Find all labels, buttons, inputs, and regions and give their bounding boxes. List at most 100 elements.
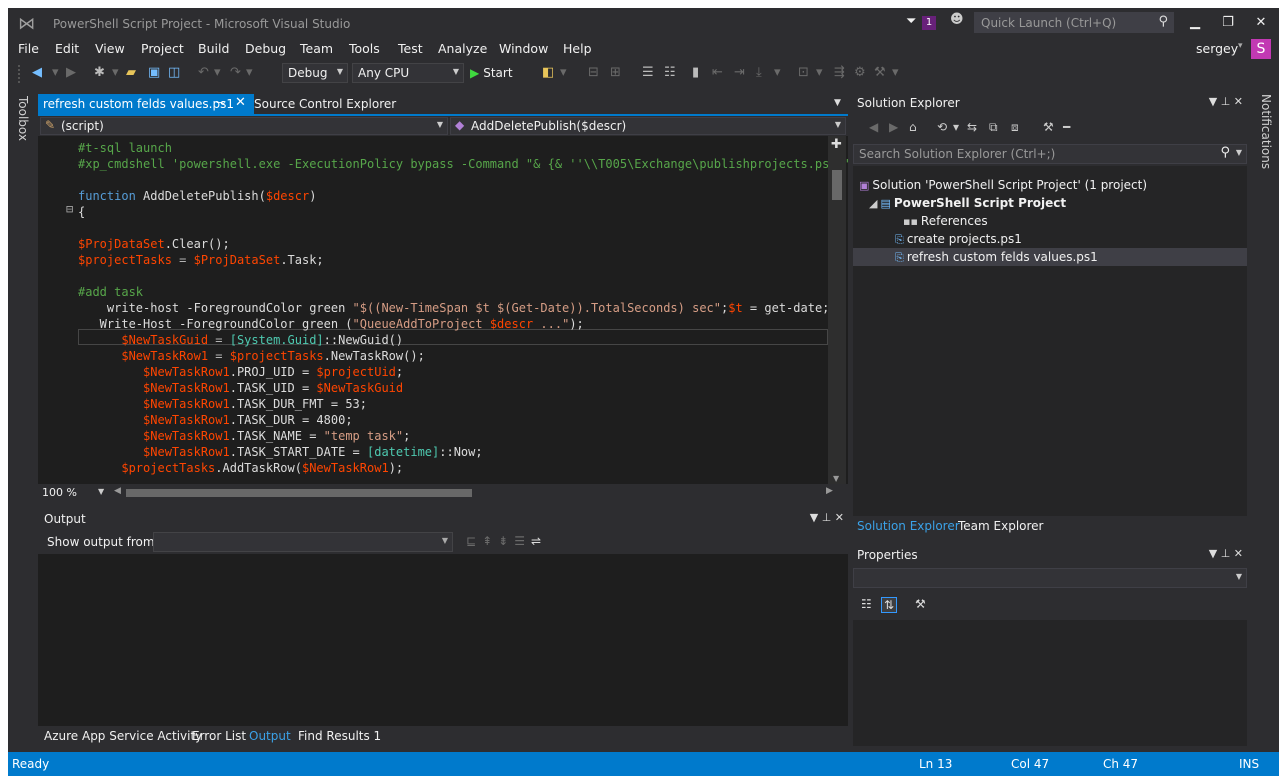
forward-icon[interactable]: ▶ bbox=[889, 120, 898, 134]
code-line[interactable]: $projectTasks.AddTaskRow($NewTaskRow1); bbox=[78, 460, 403, 476]
quick-launch-box[interactable]: Quick Launch (Ctrl+Q) ⚲ bbox=[974, 12, 1174, 33]
scroll-down-icon[interactable]: ▼ bbox=[833, 474, 839, 483]
zoom-level[interactable]: 100 % bbox=[42, 486, 77, 499]
chevron-down-icon[interactable]: ▼ bbox=[1209, 95, 1217, 108]
tree-item-create-projects[interactable]: ⎘ create projects.ps1 bbox=[895, 230, 1022, 248]
bookmark-icon[interactable]: ▮ bbox=[692, 66, 699, 80]
toolbox-tab[interactable]: Toolbox bbox=[16, 96, 30, 141]
toolbox-strip[interactable]: Toolbox bbox=[8, 92, 36, 752]
code-line[interactable]: write-host -ForegroundColor green "$((Ne… bbox=[78, 300, 830, 316]
scope-select[interactable]: ✎ (script) ▼ bbox=[40, 117, 448, 135]
close-icon[interactable]: ✕ bbox=[235, 95, 246, 110]
code-line[interactable]: #t-sql launch bbox=[78, 140, 172, 156]
output-content[interactable] bbox=[38, 554, 848, 726]
code-line[interactable]: $NewTaskRow1.TASK_DUR_FMT = 53; bbox=[78, 396, 367, 412]
step-icon[interactable]: ⊟ bbox=[588, 66, 599, 80]
search-icon[interactable]: ⚲ bbox=[1220, 145, 1230, 160]
show-all-files-icon[interactable]: ⧈ bbox=[1011, 120, 1019, 135]
prev-message-icon[interactable]: ⇞ bbox=[482, 534, 498, 548]
clear-all-icon[interactable]: ☰ bbox=[514, 534, 531, 548]
notification-count-badge[interactable]: 1 bbox=[922, 16, 936, 30]
tree-item-solution[interactable]: ▣ Solution 'PowerShell Script Project' (1… bbox=[859, 176, 1147, 194]
menu-help[interactable]: Help bbox=[563, 41, 592, 56]
clear-bookmarks-icon[interactable]: ⤓ bbox=[756, 66, 762, 80]
code-line[interactable]: $NewTaskRow1.PROJ_UID = $projectUid; bbox=[78, 364, 403, 380]
user-name[interactable]: sergey bbox=[1196, 41, 1238, 56]
chevron-down-icon[interactable]: ▾ bbox=[560, 66, 567, 80]
comment-icon[interactable]: ☰ bbox=[642, 66, 654, 80]
tab-error-list[interactable]: Error List bbox=[192, 729, 246, 743]
uncomment-icon[interactable]: ☷ bbox=[664, 66, 676, 80]
chevron-down-icon[interactable]: ▼ bbox=[1209, 547, 1217, 560]
menu-window[interactable]: Window bbox=[499, 41, 548, 56]
word-wrap-icon[interactable]: ⇌ bbox=[531, 534, 547, 548]
restore-button[interactable]: ❐ bbox=[1213, 12, 1243, 34]
chevron-down-icon[interactable]: ▾ bbox=[892, 66, 899, 80]
chevron-down-icon[interactable]: ▾ bbox=[953, 120, 959, 134]
alphabetical-icon[interactable]: ⇅ bbox=[881, 597, 898, 613]
properties-wrench-icon[interactable]: ⚒ bbox=[1043, 120, 1054, 134]
code-line[interactable]: $NewTaskRow1 = $projectTasks.NewTaskRow(… bbox=[78, 348, 424, 364]
history-icon[interactable]: ⟲ bbox=[937, 120, 947, 134]
find-message-icon[interactable]: ⊑ bbox=[466, 534, 482, 548]
solution-search-input[interactable]: Search Solution Explorer (Ctrl+;) ⚲ ▼ bbox=[853, 144, 1247, 164]
menu-test[interactable]: Test bbox=[398, 41, 423, 56]
tab-refresh-custom-felds[interactable]: refresh custom felds values.ps1 ⊸ ✕ bbox=[38, 94, 254, 114]
prev-bookmark-icon[interactable]: ⇤ bbox=[712, 66, 723, 80]
back-icon[interactable]: ◀ bbox=[869, 120, 878, 134]
tree-item-project[interactable]: ◢ ▤ PowerShell Script Project bbox=[869, 194, 1066, 212]
menu-edit[interactable]: Edit bbox=[55, 41, 79, 56]
collapse-icon[interactable]: ⊟ bbox=[66, 201, 73, 217]
tab-solution-explorer[interactable]: Solution Explorer bbox=[857, 519, 960, 533]
close-icon[interactable]: ✕ bbox=[835, 511, 844, 524]
menu-tools[interactable]: Tools bbox=[349, 41, 380, 56]
menu-file[interactable]: File bbox=[18, 41, 39, 56]
tab-output[interactable]: Output bbox=[249, 729, 291, 743]
avatar[interactable]: S bbox=[1251, 39, 1271, 59]
code-line[interactable]: $NewTaskRow1.TASK_START_DATE = [datetime… bbox=[78, 444, 483, 460]
chevron-down-icon[interactable]: ▾ bbox=[774, 66, 781, 80]
code-line[interactable]: $NewTaskRow1.TASK_UID = $NewTaskGuid bbox=[78, 380, 403, 396]
code-line[interactable]: Write-Host -ForegroundColor green ("Queu… bbox=[78, 316, 584, 332]
sync-icon[interactable]: ⇆ bbox=[967, 120, 977, 134]
code-line[interactable]: $projectTasks = $ProjDataSet.Task; bbox=[78, 252, 324, 268]
chevron-down-icon[interactable]: ▼ bbox=[1236, 148, 1242, 157]
code-line[interactable]: function AddDeletePublish($descr) bbox=[78, 188, 316, 204]
scroll-left-icon[interactable]: ◀ bbox=[114, 486, 121, 496]
notification-flag-icon[interactable]: ⏷ bbox=[906, 14, 916, 29]
output-source-select[interactable]: ▼ bbox=[153, 532, 453, 552]
tab-find-results-1[interactable]: Find Results 1 bbox=[298, 729, 381, 743]
code-line[interactable]: $NewTaskRow1.TASK_NAME = "temp task"; bbox=[78, 428, 410, 444]
chevron-down-icon[interactable]: ▾ bbox=[816, 66, 823, 80]
find-icon[interactable]: ⊡ bbox=[798, 66, 809, 80]
attach-icon[interactable]: ◧ bbox=[542, 66, 554, 80]
code-line[interactable]: #add task bbox=[78, 284, 143, 300]
property-pages-icon[interactable]: ⚒ bbox=[915, 597, 926, 611]
editor-vertical-scrollbar[interactable]: ✚ ▼ bbox=[828, 136, 846, 484]
code-line[interactable]: $ProjDataSet.Clear(); bbox=[78, 236, 230, 252]
tools-icon[interactable]: ⚒ bbox=[874, 66, 886, 80]
code-lines[interactable]: #t-sql launch #xp_cmdshell 'powershell.ex… bbox=[78, 136, 848, 484]
close-icon[interactable]: ✕ bbox=[1234, 95, 1243, 108]
close-button[interactable]: ✕ bbox=[1246, 12, 1276, 34]
next-message-icon[interactable]: ⇟ bbox=[498, 534, 514, 548]
chevron-down-icon[interactable]: ▾ bbox=[1238, 41, 1243, 51]
code-line[interactable]: { bbox=[78, 204, 85, 220]
minus-icon[interactable]: ━ bbox=[1063, 120, 1070, 134]
menu-project[interactable]: Project bbox=[141, 41, 184, 56]
home-icon[interactable]: ⌂ bbox=[909, 120, 917, 134]
code-editor[interactable]: ⊟ #t-sql launch #xp_cmdshell 'powershell.… bbox=[38, 136, 848, 484]
properties-grid[interactable] bbox=[853, 620, 1247, 746]
tree-item-refresh-custom-felds[interactable]: ⎘ refresh custom felds values.ps1 bbox=[895, 248, 1098, 266]
minimize-button[interactable]: ▁ bbox=[1180, 12, 1210, 34]
notifications-strip[interactable]: Notifications bbox=[1255, 92, 1279, 752]
tab-azure-app-service-activity[interactable]: Azure App Service Activity bbox=[44, 729, 202, 743]
scroll-right-icon[interactable]: ▶ bbox=[826, 486, 833, 496]
code-line[interactable]: $NewTaskRow1.TASK_DUR = 4800; bbox=[78, 412, 353, 428]
menu-analyze[interactable]: Analyze bbox=[438, 41, 487, 56]
indent-icon[interactable]: ⇶ bbox=[834, 66, 845, 80]
expand-arrow-icon[interactable]: ◢ bbox=[869, 197, 877, 210]
split-icon[interactable]: ✚ bbox=[831, 137, 842, 152]
format-icon[interactable]: ⚙ bbox=[854, 66, 866, 80]
pin-icon[interactable]: ⊥ bbox=[1221, 547, 1231, 560]
